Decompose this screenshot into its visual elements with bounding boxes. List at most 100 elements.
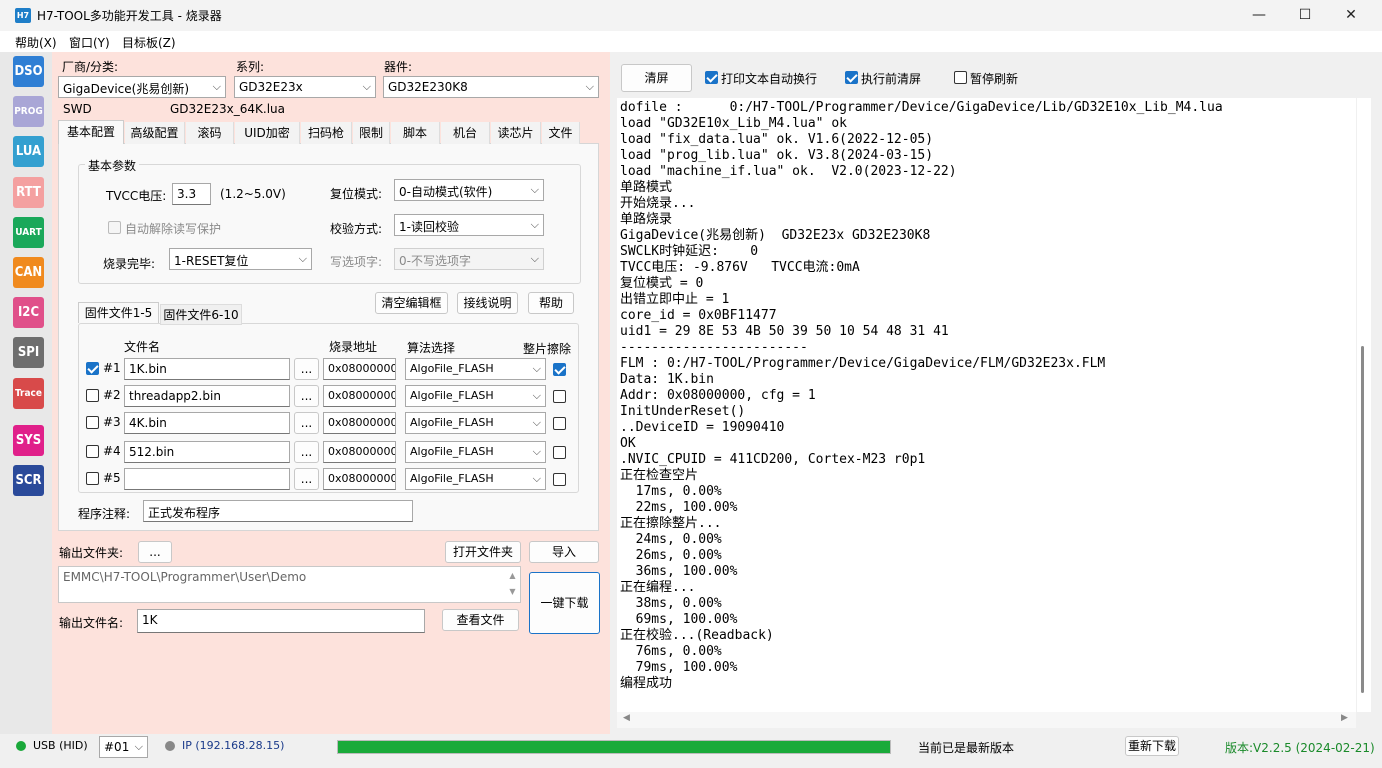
file-algo-select[interactable]: AlgoFile_FLASH ⌵ <box>405 441 546 463</box>
maximize-icon[interactable]: ☐ <box>1282 0 1328 31</box>
sidebar-prog-button[interactable]: PROG <box>13 96 44 128</box>
auto-unlock-label: 自动解除读写保护 <box>125 222 222 236</box>
log-vscrollbar[interactable] <box>1357 98 1371 712</box>
tab-8[interactable]: 读芯片 <box>491 122 541 144</box>
redownload-button[interactable]: 重新下载 <box>1125 736 1179 756</box>
output-filename-input[interactable]: 1K <box>137 609 425 633</box>
file-enable-checkbox[interactable] <box>86 389 99 402</box>
file-name-input[interactable]: threadapp2.bin <box>124 385 290 407</box>
open-folder-button[interactable]: 打开文件夹 <box>445 541 521 563</box>
auto-wrap-checkbox[interactable] <box>705 71 718 84</box>
sidebar-scr-button[interactable]: SCR <box>13 465 44 496</box>
file-erase-checkbox[interactable] <box>553 417 566 430</box>
after-prog-select[interactable]: 1-RESET复位 ⌵ <box>169 248 312 270</box>
channel-select[interactable]: #01 ⌵ <box>99 736 148 758</box>
file-browse-button[interactable]: ... <box>294 468 319 490</box>
tab-2[interactable]: 滚码 <box>186 122 234 144</box>
file-name-input[interactable] <box>124 468 290 490</box>
series-label: 系列: <box>236 60 265 74</box>
tab-firmware-6-10[interactable]: 固件文件6-10 <box>160 304 242 325</box>
output-path-field[interactable]: EMMC\H7-TOOL\Programmer\User\Demo <box>58 566 521 603</box>
file-algo-select[interactable]: AlgoFile_FLASH ⌵ <box>405 468 546 490</box>
option-select[interactable]: 0-不写选项字 ⌵ <box>394 248 544 270</box>
file-algo-select[interactable]: AlgoFile_FLASH ⌵ <box>405 358 546 380</box>
scroll-right-icon[interactable]: ▶ <box>1341 713 1348 723</box>
sidebar-can-button[interactable]: CAN <box>13 257 44 288</box>
sidebar-rtt-button[interactable]: RTT <box>13 176 44 208</box>
tab-7[interactable]: 机台 <box>441 122 490 144</box>
log-vscroll-thumb[interactable] <box>1361 346 1364 693</box>
tab-9[interactable]: 文件 <box>542 122 580 144</box>
sidebar-trace-button[interactable]: Trace <box>13 377 44 409</box>
menu-window[interactable]: 窗口(Y) <box>69 34 110 51</box>
file-browse-button[interactable]: ... <box>294 385 319 407</box>
tab-firmware-1-5[interactable]: 固件文件1-5 <box>78 302 159 323</box>
file-enable-checkbox[interactable] <box>86 472 99 485</box>
sidebar-lua-button[interactable]: LUA <box>13 136 44 168</box>
vendor-select[interactable]: GigaDevice(兆易创新) ⌵ <box>58 76 226 98</box>
file-name-input[interactable]: 4K.bin <box>124 412 290 434</box>
log-line: 单路模式 <box>620 180 673 195</box>
auto-unlock-checkbox[interactable] <box>108 221 121 234</box>
file-name-input[interactable]: 512.bin <box>124 441 290 463</box>
verify-select[interactable]: 1-读回校验 ⌵ <box>394 214 544 236</box>
file-erase-checkbox[interactable] <box>553 363 566 376</box>
log-line: 复位模式 = 0 <box>620 276 704 291</box>
file-browse-button[interactable]: ... <box>294 358 319 380</box>
usb-status: USB (HID) <box>33 739 88 752</box>
log-line: ------------------------ <box>620 340 808 355</box>
file-algo-select[interactable]: AlgoFile_FLASH ⌵ <box>405 385 546 407</box>
comment-input[interactable]: 正式发布程序 <box>143 500 413 522</box>
log-output[interactable]: dofile : 0:/H7-TOOL/Programmer/Device/Gi… <box>617 98 1356 712</box>
tab-4[interactable]: 扫码枪 <box>301 122 352 144</box>
file-browse-button[interactable]: ... <box>294 412 319 434</box>
tab-0[interactable]: 基本配置 <box>58 120 124 144</box>
tab-1[interactable]: 高级配置 <box>125 122 185 144</box>
file-enable-checkbox[interactable] <box>86 362 99 375</box>
help-button[interactable]: 帮助 <box>528 292 574 314</box>
wiring-button[interactable]: 接线说明 <box>457 292 518 314</box>
file-erase-checkbox[interactable] <box>553 473 566 486</box>
minimize-icon[interactable]: — <box>1236 0 1282 31</box>
clear-prog-button[interactable]: 清空编辑框 <box>375 292 448 314</box>
chip-select[interactable]: GD32E230K8 ⌵ <box>383 76 599 98</box>
file-address-input[interactable]: 0x08000000 <box>323 412 396 434</box>
tvcc-input[interactable]: 3.3 <box>172 183 211 205</box>
file-address-input[interactable]: 0x08000000 <box>323 441 396 463</box>
path-scrollbar[interactable]: ▲ ▼ <box>506 568 519 601</box>
file-enable-checkbox[interactable] <box>86 416 99 429</box>
output-folder-button[interactable]: ... <box>138 541 172 563</box>
file-erase-checkbox[interactable] <box>553 446 566 459</box>
scroll-left-icon[interactable]: ◀ <box>623 713 630 723</box>
file-browse-button[interactable]: ... <box>294 441 319 463</box>
tab-3[interactable]: UID加密 <box>235 122 300 144</box>
file-address-input[interactable]: 0x08000000 <box>323 358 396 380</box>
menu-target[interactable]: 目标板(Z) <box>122 34 176 51</box>
sidebar-sys-button[interactable]: SYS <box>13 424 44 456</box>
pause-refresh-checkbox[interactable] <box>954 71 967 84</box>
tab-5[interactable]: 限制 <box>353 122 390 144</box>
import-button[interactable]: 导入 <box>529 541 599 563</box>
progress-bar <box>337 740 891 754</box>
log-hscrollbar[interactable]: ◀ ▶ <box>617 712 1356 728</box>
close-icon[interactable]: ✕ <box>1328 0 1374 31</box>
file-address-input[interactable]: 0x08000000 <box>323 385 396 407</box>
sidebar-uart-button[interactable]: UART <box>13 216 44 248</box>
one-click-download-button[interactable]: 一键下载 <box>529 572 600 634</box>
file-algo-value: AlgoFile_FLASH <box>410 362 494 375</box>
view-file-button[interactable]: 查看文件 <box>442 609 519 631</box>
file-enable-checkbox[interactable] <box>86 445 99 458</box>
file-address-input[interactable]: 0x08000000 <box>323 468 396 490</box>
series-select[interactable]: GD32E23x ⌵ <box>234 76 376 98</box>
sidebar-dso-button[interactable]: DSO <box>13 56 44 87</box>
clear-screen-button[interactable]: 清屏 <box>621 64 692 92</box>
file-algo-select[interactable]: AlgoFile_FLASH ⌵ <box>405 412 546 434</box>
tab-6[interactable]: 脚本 <box>391 122 440 144</box>
clear-before-run-checkbox[interactable] <box>845 71 858 84</box>
file-erase-checkbox[interactable] <box>553 390 566 403</box>
sidebar-spi-button[interactable]: SPI <box>13 337 44 369</box>
file-name-input[interactable]: 1K.bin <box>124 358 290 380</box>
sidebar-i2c-button[interactable]: I2C <box>13 297 44 329</box>
reset-mode-select[interactable]: 0-自动模式(软件) ⌵ <box>394 179 544 201</box>
menu-help[interactable]: 帮助(X) <box>15 34 57 51</box>
